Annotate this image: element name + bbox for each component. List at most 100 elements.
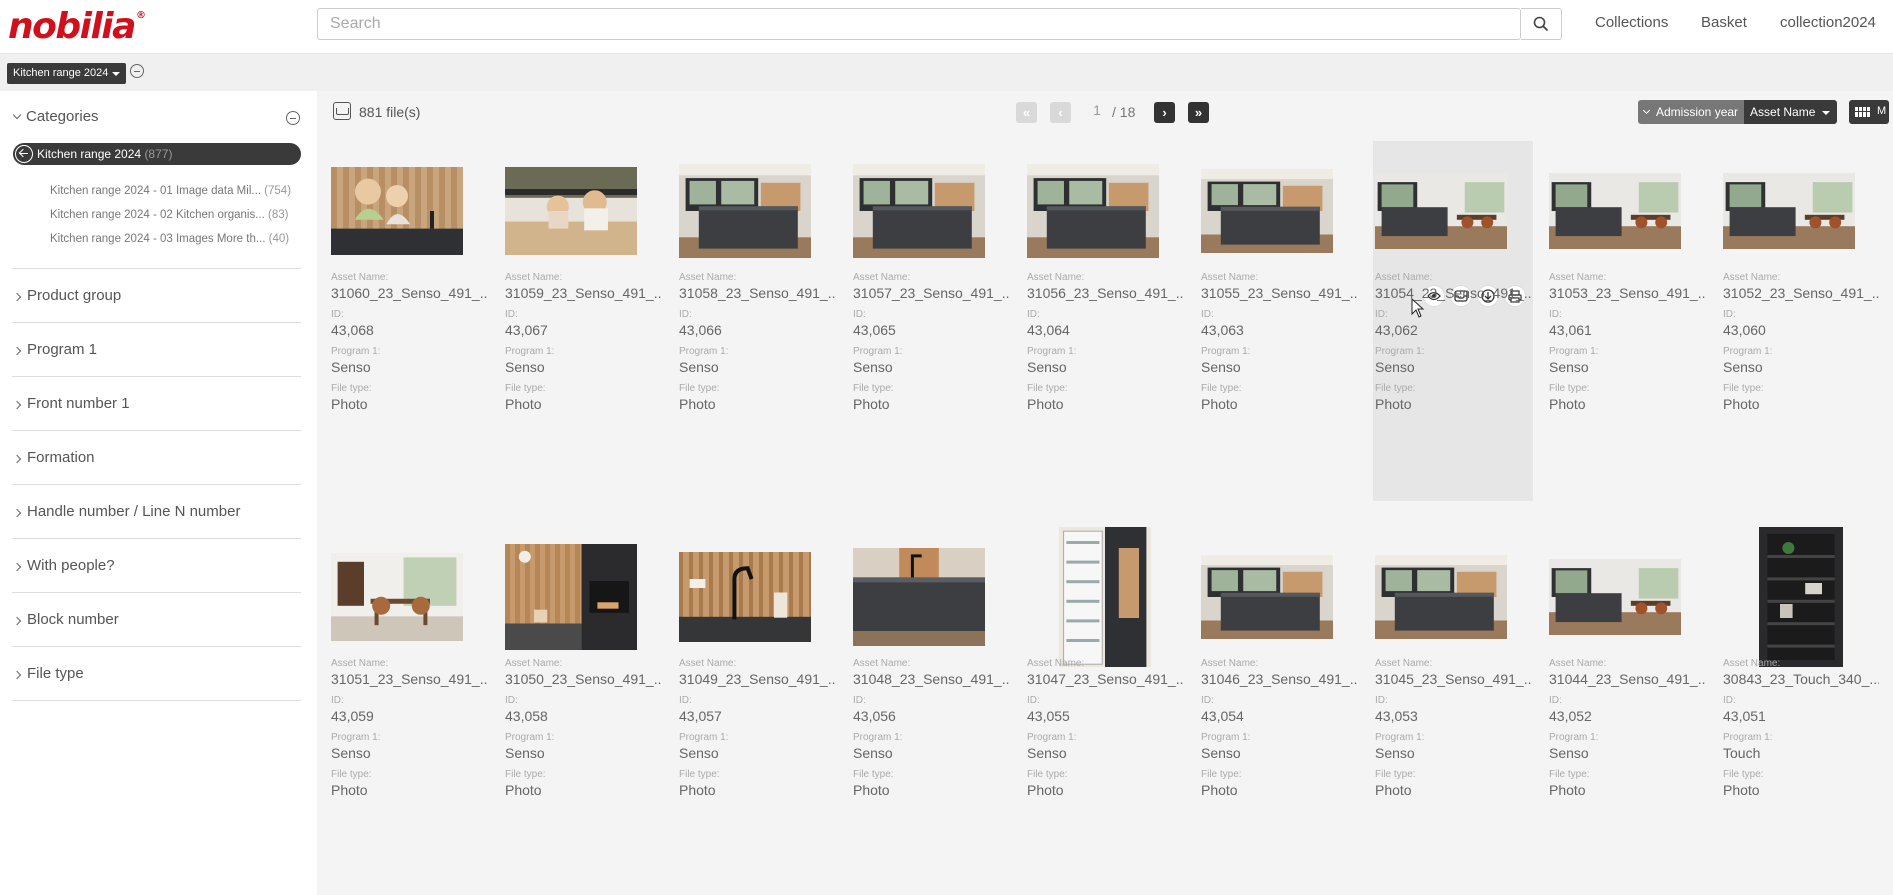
asset-name-label: Asset Name: (505, 658, 563, 669)
asset-card[interactable]: Asset Name: 31046_23_Senso_491_... ID: 43,0… (1199, 527, 1359, 887)
asset-card[interactable]: Asset Name: 30843_23_Touch_340_... ID: 43,0… (1721, 527, 1881, 887)
asset-thumbnail[interactable] (1549, 559, 1681, 635)
asset-name[interactable]: 31056_23_Senso_491_... (1027, 285, 1183, 301)
asset-thumbnail[interactable] (679, 552, 811, 642)
asset-name[interactable]: 31059_23_Senso_491_... (505, 285, 661, 301)
sort-field-dropdown[interactable]: Asset Name (1744, 100, 1838, 124)
asset-name[interactable]: 31044_23_Senso_491_... (1549, 671, 1705, 687)
asset-thumbnail[interactable] (1375, 173, 1507, 249)
asset-card[interactable]: Asset Name: 31047_23_Senso_491_... ID: 43,0… (1025, 527, 1185, 887)
prev-page-button[interactable]: ‹ (1050, 102, 1071, 123)
filter-formation[interactable]: Formation (12, 431, 301, 485)
asset-card[interactable]: Asset Name: 31057_23_Senso_491_... ID: 43,0… (851, 141, 1011, 501)
asset-card[interactable]: Asset Name: 31053_23_Senso_491_... ID: 43,0… (1547, 141, 1707, 501)
filter-file-type[interactable]: File type (12, 647, 301, 701)
filter-with-people[interactable]: With people? (12, 539, 301, 593)
asset-name[interactable]: 31060_23_Senso_491_... (331, 285, 487, 301)
asset-card[interactable]: Asset Name: 31052_23_Senso_491_... ID: 43,0… (1721, 141, 1881, 501)
subcategory-item[interactable]: Kitchen range 2024 - 02 Kitchen organis.… (50, 209, 288, 221)
asset-thumbnail[interactable] (1549, 173, 1681, 249)
asset-thumbnail[interactable] (505, 167, 637, 255)
asset-program: Senso (853, 359, 893, 375)
asset-name[interactable]: 31046_23_Senso_491_... (1201, 671, 1357, 687)
asset-card[interactable]: Asset Name: 31048_23_Senso_491_... ID: 43,0… (851, 527, 1011, 887)
asset-thumbnail[interactable] (1027, 164, 1159, 258)
asset-card[interactable]: Asset Name: 31060_23_Senso_491_... ID: 43,0… (329, 141, 489, 501)
search-button[interactable] (1521, 8, 1562, 40)
asset-name[interactable]: 31053_23_Senso_491_... (1549, 285, 1705, 301)
subcategory-item[interactable]: Kitchen range 2024 - 03 Images More th..… (50, 233, 289, 245)
asset-name[interactable]: 31045_23_Senso_491_... (1375, 671, 1531, 687)
asset-thumbnail[interactable] (505, 544, 637, 650)
asset-name[interactable]: 31051_23_Senso_491_... (331, 671, 487, 687)
categories-toggle[interactable]: Categories (12, 108, 99, 125)
asset-name-label: Asset Name: (1027, 658, 1085, 669)
asset-id: 43,061 (1549, 322, 1592, 338)
asset-name[interactable]: 31058_23_Senso_491_... (679, 285, 835, 301)
filter-block-number[interactable]: Block number (12, 593, 301, 647)
asset-card[interactable]: Asset Name: 31056_23_Senso_491_... ID: 43,0… (1025, 141, 1185, 501)
collapse-categories-icon[interactable] (286, 111, 300, 125)
asset-file-type-label: File type: (853, 769, 894, 780)
asset-program-label: Program 1: (1201, 732, 1251, 743)
asset-name[interactable]: 31057_23_Senso_491_... (853, 285, 1009, 301)
subcategory-item[interactable]: Kitchen range 2024 - 01 Image data Mil..… (50, 185, 291, 197)
back-arrow-icon[interactable] (15, 145, 33, 163)
last-page-button[interactable]: » (1188, 102, 1209, 123)
view-mode-button[interactable]: M (1849, 100, 1889, 124)
asset-name[interactable]: 31048_23_Senso_491_... (853, 671, 1009, 687)
asset-name[interactable]: 31049_23_Senso_491_... (679, 671, 835, 687)
asset-thumbnail[interactable] (1759, 527, 1843, 667)
asset-thumbnail[interactable] (1201, 555, 1333, 639)
scope-dropdown[interactable]: Kitchen range 2024 (7, 63, 127, 84)
remove-scope-icon[interactable] (130, 64, 144, 78)
asset-card[interactable]: Asset Name: 31051_23_Senso_491_... ID: 43,0… (329, 527, 489, 887)
files-icon (333, 102, 351, 120)
active-category[interactable]: Kitchen range 2024 (877) (13, 143, 301, 165)
asset-card[interactable]: Asset Name: 31058_23_Senso_491_... ID: 43,0… (677, 141, 837, 501)
next-page-button[interactable]: › (1154, 102, 1175, 123)
asset-name[interactable]: 31055_23_Senso_491_... (1201, 285, 1357, 301)
asset-thumbnail[interactable] (331, 553, 463, 641)
asset-name[interactable]: 31052_23_Senso_491_... (1723, 285, 1879, 301)
filter-front-number-1[interactable]: Front number 1 (12, 377, 301, 431)
asset-card[interactable]: Asset Name: 31044_23_Senso_491_... ID: 43,0… (1547, 527, 1707, 887)
asset-id-label: ID: (1723, 309, 1736, 320)
nav-basket[interactable]: Basket (1701, 14, 1747, 31)
filter-program-1[interactable]: Program 1 (12, 323, 301, 377)
asset-name[interactable]: 31050_23_Senso_491_... (505, 671, 661, 687)
asset-name[interactable]: 31047_23_Senso_491_... (1027, 671, 1183, 687)
search-input[interactable] (318, 9, 1522, 39)
filter-handle-number-line-n-number[interactable]: Handle number / Line N number (12, 485, 301, 539)
asset-file-type: Photo (1027, 782, 1064, 798)
logo-registered-mark: ® (135, 10, 146, 21)
asset-card[interactable]: Asset Name: 31045_23_Senso_491_... ID: 43,0… (1373, 527, 1533, 887)
asset-card[interactable]: Asset Name: 31049_23_Senso_491_... ID: 43,0… (677, 527, 837, 887)
asset-card[interactable]: Asset Name: 31055_23_Senso_491_... ID: 43,0… (1199, 141, 1359, 501)
asset-thumbnail[interactable] (1723, 173, 1855, 249)
asset-id: 43,066 (679, 322, 722, 338)
first-page-button[interactable]: « (1016, 102, 1037, 123)
nobilia-logo[interactable]: nobilia® (8, 6, 146, 47)
asset-thumbnail[interactable] (1059, 527, 1151, 667)
asset-file-type: Photo (1375, 396, 1412, 412)
asset-name[interactable]: 31054_23_Senso_491_... (1375, 285, 1531, 301)
filter-product-group[interactable]: Product group (12, 269, 301, 323)
asset-file-type: Photo (853, 396, 890, 412)
asset-thumbnail[interactable] (853, 548, 985, 646)
asset-thumbnail[interactable] (853, 164, 985, 258)
sort-admission-year[interactable]: Admission year (1638, 100, 1745, 124)
nav-collections[interactable]: Collections (1595, 14, 1668, 31)
asset-card[interactable]: Asset Name: 31050_23_Senso_491_... ID: 43,0… (503, 527, 663, 887)
asset-thumbnail[interactable] (1375, 555, 1507, 639)
asset-file-type-label: File type: (505, 769, 546, 780)
asset-thumbnail[interactable] (679, 164, 811, 258)
page-input[interactable]: 1 (1085, 102, 1109, 123)
asset-thumbnail[interactable] (331, 167, 463, 255)
nav-user-collection[interactable]: collection2024 (1780, 14, 1876, 31)
asset-thumbnail[interactable] (1201, 169, 1333, 253)
asset-name[interactable]: 30843_23_Touch_340_... (1723, 671, 1879, 687)
asset-card[interactable]: Asset Name: 31054_23_Senso_491_... ID: 43,0… (1373, 141, 1533, 501)
asset-card[interactable]: Asset Name: 31059_23_Senso_491_... ID: 43,0… (503, 141, 663, 501)
asset-file-type-label: File type: (331, 769, 372, 780)
